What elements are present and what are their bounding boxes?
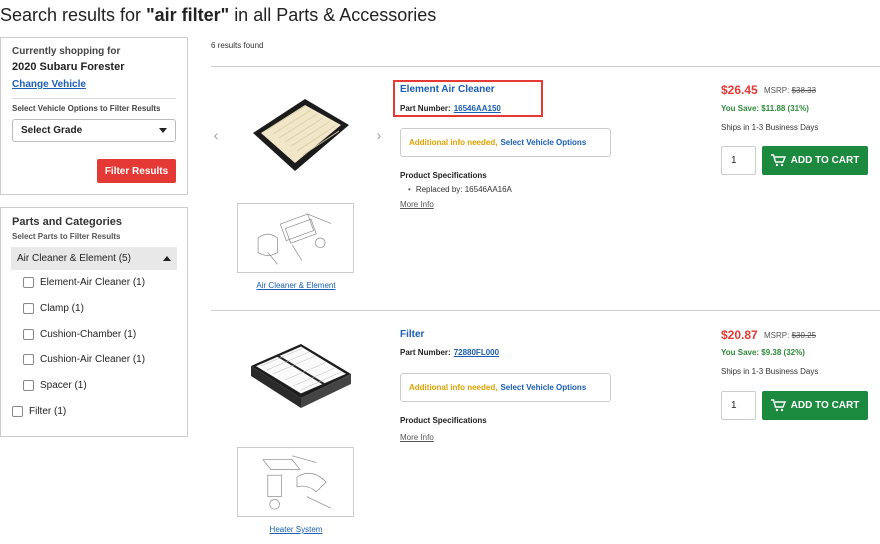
diagram-link[interactable]: Heater System [211,525,381,534]
msrp: MSRP: $30.25 [764,331,816,340]
title-suffix: in all Parts & Accessories [234,5,437,25]
category-item-label: Spacer (1) [40,380,87,392]
part-number-label: Part Number: [400,104,451,113]
category-item[interactable]: Clamp (1) [12,296,176,322]
sale-price: $20.87 [721,328,758,342]
vehicle-name: 2020 Subaru Forester [12,61,125,73]
product-name-link[interactable]: Filter [400,329,424,340]
shopping-for-label: Currently shopping for [12,46,121,57]
product-name-link[interactable]: Element Air Cleaner [400,84,495,95]
part-number-label: Part Number: [400,348,451,357]
msrp: MSRP: $38.33 [764,86,816,95]
search-query: "air filter" [146,5,230,25]
shipping-info: Ships in 1-3 Business Days [721,123,819,132]
msrp-label: MSRP: [764,86,790,95]
category-item-filter[interactable]: Filter (1) [12,398,176,424]
spec-item: Replaced by: 16546AA16A [408,185,512,194]
add-to-cart-button[interactable]: ADD TO CART [762,391,868,420]
checkbox[interactable] [23,328,34,340]
vehicle-options-label: Select Vehicle Options to Filter Results [12,104,161,113]
part-number: Part Number: 72880FL000 [400,348,499,357]
msrp-value: $30.25 [791,331,817,340]
quantity-input[interactable]: 1 [721,146,756,175]
category-item[interactable]: Element-Air Cleaner (1) [12,270,176,296]
chevron-up-icon [163,256,171,261]
cart-icon [770,399,786,412]
grade-select-value: Select Grade [21,125,83,136]
add-to-cart-button[interactable]: ADD TO CART [762,146,868,175]
category-item-label: Cushion-Air Cleaner (1) [40,354,146,366]
select-vehicle-options-link[interactable]: Select Vehicle Options [500,383,586,392]
categories-subtitle: Select Parts to Filter Results [12,232,121,241]
spec-title: Product Specifications [400,171,487,180]
spec-title: Product Specifications [400,416,487,425]
diagram-image[interactable] [237,447,354,517]
add-to-cart-label: ADD TO CART [790,400,860,411]
category-group-air-cleaner[interactable]: Air Cleaner & Element (5) [11,247,177,270]
checkbox[interactable] [23,354,34,366]
more-info-link[interactable]: More Info [400,433,434,442]
category-item-label: Clamp (1) [40,303,84,315]
chevron-right-icon[interactable]: › [374,128,384,142]
checkbox[interactable] [12,405,23,417]
info-needed-text: Additional info needed [409,138,496,147]
info-needed-text: Additional info needed [409,383,496,392]
add-to-cart-label: ADD TO CART [790,155,860,166]
result-item: Heater System Filter Part Number: 72880FL… [211,312,880,544]
cart-icon [770,154,786,167]
divider [211,310,880,311]
product-image-air-filter[interactable] [245,85,355,185]
vehicle-panel: Currently shopping for 2020 Subaru Fores… [0,37,188,195]
you-save: You Save: $9.38 (32%) [721,348,805,357]
categories-panel: Parts and Categories Select Parts to Fil… [0,207,188,437]
title-prefix: Search results for [0,5,142,25]
filter-results-button[interactable]: Filter Results [97,159,176,183]
diagram-image[interactable] [237,203,354,273]
shipping-info: Ships in 1-3 Business Days [721,367,819,376]
checkbox[interactable] [23,380,34,392]
chevron-down-icon [159,128,167,133]
category-item[interactable]: Cushion-Chamber (1) [12,321,176,347]
category-item[interactable]: Cushion-Air Cleaner (1) [12,347,176,373]
msrp-label: MSRP: [764,331,790,340]
part-number-link[interactable]: 72880FL000 [454,348,499,357]
you-save: You Save: $11.88 (31%) [721,104,809,113]
part-number: Part Number: 16546AA150 [400,104,501,113]
checkbox[interactable] [23,277,34,289]
additional-info-box: Additional info needed, Select Vehicle O… [400,373,611,402]
category-item-label: Filter (1) [29,405,67,417]
select-vehicle-options-link[interactable]: Select Vehicle Options [500,138,586,147]
sale-price: $26.45 [721,83,758,97]
divider [12,98,176,99]
grade-select[interactable]: Select Grade [12,119,176,142]
page-title: Search results for "air filter" in all P… [0,5,436,26]
msrp-value: $38.33 [791,86,817,95]
more-info-link[interactable]: More Info [400,200,434,209]
additional-info-box: Additional info needed, Select Vehicle O… [400,128,611,157]
category-item[interactable]: Spacer (1) [12,373,176,399]
category-item-label: Element-Air Cleaner (1) [40,277,146,289]
category-item-label: Cushion-Chamber (1) [40,328,137,340]
checkbox[interactable] [23,303,34,315]
chevron-left-icon[interactable]: ‹ [211,128,221,142]
result-item: ‹ › Air Cleaner & Element Element Air Cl… [211,67,880,310]
change-vehicle-link[interactable]: Change Vehicle [12,79,176,90]
category-group-label: Air Cleaner & Element (5) [17,253,131,264]
results-count: 6 results found [211,41,264,50]
part-number-link[interactable]: 16546AA150 [454,104,501,113]
product-image-cabin-filter[interactable] [245,326,355,426]
categories-title: Parts and Categories [12,216,123,228]
diagram-link[interactable]: Air Cleaner & Element [211,281,381,290]
quantity-input[interactable]: 1 [721,391,756,420]
